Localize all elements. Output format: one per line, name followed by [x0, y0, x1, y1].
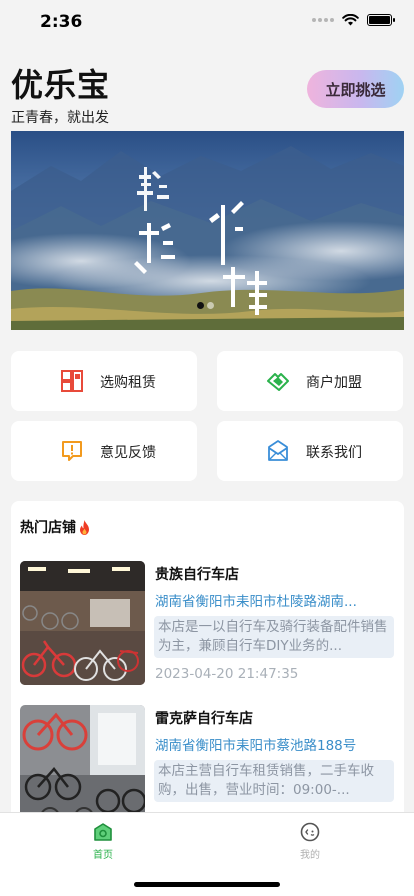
fire-icon: [80, 519, 89, 535]
hot-shops-title: 热门店铺: [20, 517, 91, 537]
banner-carousel[interactable]: [11, 131, 404, 330]
menu-label: 意见反馈: [100, 445, 156, 461]
tab-label: 我的: [300, 850, 320, 861]
profile-icon: [300, 822, 320, 842]
home-indicator: [134, 882, 280, 887]
grid-icon: [61, 370, 83, 392]
app-subtitle: 正青春，就出发: [11, 110, 109, 126]
battery-icon: [367, 14, 395, 26]
shop-photo: [20, 561, 145, 685]
shop-name: 贵族自行车店: [155, 567, 239, 583]
status-time: 2:36: [40, 12, 83, 32]
banner-dot[interactable]: [207, 302, 214, 309]
menu-feedback[interactable]: 意见反馈: [11, 421, 197, 481]
banner-dot-active[interactable]: [197, 302, 204, 309]
menu-label: 选购租赁: [100, 375, 156, 391]
wifi-icon: [342, 14, 359, 26]
status-bar: 2:36: [0, 0, 414, 44]
pick-now-button[interactable]: 立即挑选: [307, 70, 404, 108]
menu-label: 商户加盟: [306, 375, 362, 391]
shop-description: 本店是一以自行车及骑行装备配件销售为主，兼顾自行车DIY业务的...: [154, 616, 394, 658]
tab-label: 首页: [93, 850, 113, 861]
shop-address[interactable]: 湖南省衡阳市耒阳市杜陵路湖南...: [155, 590, 395, 610]
status-icons: [312, 14, 395, 26]
cellular-signal-icon: [312, 18, 334, 22]
shop-photo: [20, 705, 145, 812]
feedback-icon: [62, 441, 82, 461]
menu-label: 联系我们: [306, 445, 362, 461]
shop-item[interactable]: 贵族自行车店 湖南省衡阳市耒阳市杜陵路湖南... 本店是一以自行车及骑行装备配件…: [20, 561, 398, 687]
hot-shops-title-text: 热门店铺: [20, 520, 76, 536]
shop-name: 雷克萨自行车店: [155, 711, 253, 727]
envelope-icon: [268, 440, 288, 461]
shop-item[interactable]: 雷克萨自行车店 湖南省衡阳市耒阳市蔡池路188号 本店主营自行车租赁销售，二手车…: [20, 705, 398, 812]
tab-home[interactable]: 首页: [53, 821, 153, 861]
menu-rent-purchase[interactable]: 选购租赁: [11, 351, 197, 411]
menu-merchant-join[interactable]: 商户加盟: [217, 351, 403, 411]
hot-shops-section: 热门店铺 贵族自行车店 湖南省衡阳市耒阳市杜陵路湖南... 本店是一以自行车及骑…: [11, 501, 404, 812]
handshake-icon: [267, 373, 289, 391]
home-icon: [94, 823, 112, 841]
shop-time: 2023-04-20 21:47:35: [155, 666, 299, 682]
tab-profile[interactable]: 我的: [260, 821, 360, 861]
banner-image: [11, 131, 404, 330]
shop-address[interactable]: 湖南省衡阳市耒阳市蔡池路188号: [155, 734, 395, 754]
menu-contact-us[interactable]: 联系我们: [217, 421, 403, 481]
banner-pagination: [197, 302, 214, 309]
shop-description: 本店主营自行车租赁销售，二手车收购，出售，营业时间：09:00-...: [154, 760, 394, 802]
app-title: 优乐宝: [11, 66, 111, 104]
